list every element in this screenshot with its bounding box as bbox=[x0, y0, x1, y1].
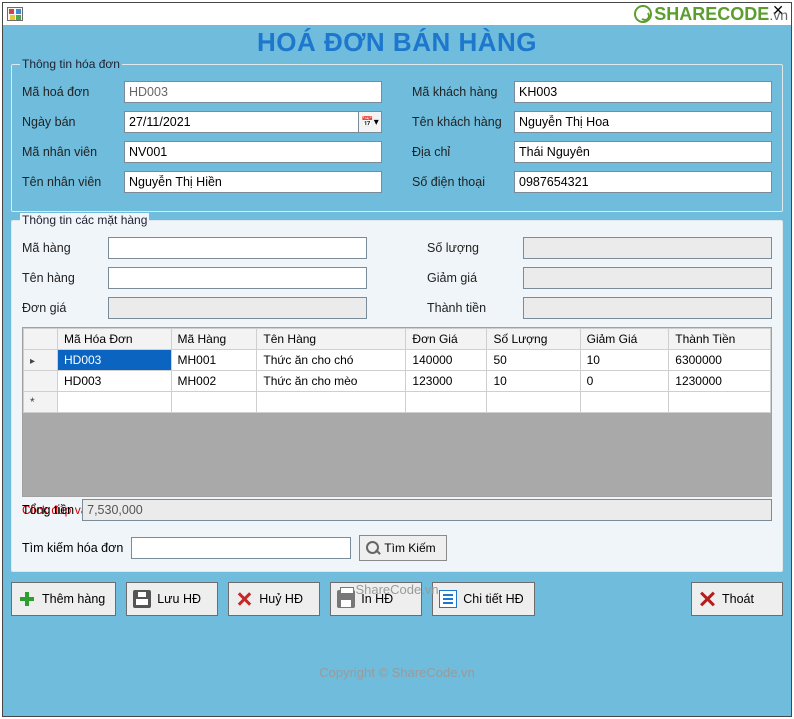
items-grid[interactable]: Mã Hóa Đơn Mã Hàng Tên Hàng Đơn Giá Số L… bbox=[22, 327, 772, 497]
grid-cell[interactable]: 123000 bbox=[406, 371, 487, 392]
search-invoice-label: Tìm kiếm hóa đơn bbox=[22, 541, 123, 555]
grid-header-qty[interactable]: Số Lượng bbox=[487, 329, 580, 350]
grid-cell[interactable]: MH002 bbox=[171, 371, 257, 392]
cancel-icon bbox=[235, 590, 253, 608]
grid-cell[interactable]: 140000 bbox=[406, 350, 487, 371]
action-toolbar: Thêm hàng Lưu HĐ Huỷ HĐ In HĐ Chi tiết H… bbox=[11, 582, 783, 616]
grid-header-price[interactable]: Đơn Giá bbox=[406, 329, 487, 350]
search-icon bbox=[366, 541, 380, 555]
save-invoice-button-label: Lưu HĐ bbox=[157, 592, 201, 606]
grid-row[interactable]: HD003 MH001 Thức ăn cho chó 140000 50 10… bbox=[24, 350, 771, 371]
grid-new-row-icon[interactable] bbox=[24, 392, 58, 413]
grid-cell[interactable]: 10 bbox=[487, 371, 580, 392]
app-window: HOÁ ĐƠN BÁN HÀNG Thông tin hóa đơn Mã ho… bbox=[2, 2, 792, 717]
grand-total-label: Tổng tiền bbox=[22, 503, 74, 517]
grid-row-selector[interactable] bbox=[24, 371, 58, 392]
close-icon bbox=[698, 590, 716, 608]
grid-header-invoice[interactable]: Mã Hóa Đơn bbox=[58, 329, 172, 350]
invoice-info-group: Thông tin hóa đơn Mã hoá đơn Mã khách hà… bbox=[11, 64, 783, 212]
item-id-input[interactable] bbox=[108, 237, 367, 259]
print-invoice-button-label: In HĐ bbox=[361, 592, 393, 606]
page-title: HOÁ ĐƠN BÁN HÀNG bbox=[11, 27, 783, 58]
grid-header-item[interactable]: Mã Hàng bbox=[171, 329, 257, 350]
cancel-invoice-button-label: Huỷ HĐ bbox=[259, 592, 303, 606]
item-name-input[interactable] bbox=[108, 267, 367, 289]
grid-header-row: Mã Hóa Đơn Mã Hàng Tên Hàng Đơn Giá Số L… bbox=[24, 329, 771, 350]
customer-id-label: Mã khách hàng bbox=[412, 85, 508, 99]
grid-row[interactable]: HD003 MH002 Thức ăn cho mèo 123000 10 0 … bbox=[24, 371, 771, 392]
items-info-legend: Thông tin các mặt hàng bbox=[20, 213, 149, 227]
unit-price-label: Đơn giá bbox=[22, 301, 102, 315]
winforms-app-icon bbox=[7, 7, 23, 21]
add-item-button[interactable]: Thêm hàng bbox=[11, 582, 116, 616]
phone-input[interactable] bbox=[514, 171, 772, 193]
save-invoice-button[interactable]: Lưu HĐ bbox=[126, 582, 218, 616]
item-name-label: Tên hàng bbox=[22, 271, 102, 285]
employee-id-input[interactable] bbox=[124, 141, 382, 163]
grid-cell[interactable]: 0 bbox=[580, 371, 669, 392]
address-label: Địa chỉ bbox=[412, 145, 508, 159]
grid-new-row[interactable] bbox=[24, 392, 771, 413]
search-invoice-input[interactable] bbox=[131, 537, 351, 559]
print-invoice-button[interactable]: In HĐ bbox=[330, 582, 422, 616]
employee-name-label: Tên nhân viên bbox=[22, 175, 118, 189]
sharecode-watermark-logo: SHARECODE.vn bbox=[634, 4, 788, 25]
save-icon bbox=[133, 590, 151, 608]
sale-date-picker-button[interactable]: 📅▾ bbox=[358, 111, 382, 133]
grid-header-total[interactable]: Thành Tiền bbox=[669, 329, 771, 350]
detail-icon bbox=[439, 590, 457, 608]
unit-price-input[interactable] bbox=[108, 297, 367, 319]
discount-label: Giảm giá bbox=[427, 271, 517, 285]
items-info-group: Thông tin các mặt hàng Mã hàng Số lượng … bbox=[11, 220, 783, 572]
exit-button-label: Thoát bbox=[722, 592, 754, 606]
invoice-id-input[interactable] bbox=[124, 81, 382, 103]
grid-row-header-blank bbox=[24, 329, 58, 350]
add-item-button-label: Thêm hàng bbox=[42, 592, 105, 606]
grid-cell[interactable]: 50 bbox=[487, 350, 580, 371]
grid-cell[interactable]: MH001 bbox=[171, 350, 257, 371]
employee-id-label: Mã nhân viên bbox=[22, 145, 118, 159]
plus-icon bbox=[18, 590, 36, 608]
grid-row-selector-icon[interactable] bbox=[24, 350, 58, 371]
grid-header-discount[interactable]: Giảm Giá bbox=[580, 329, 669, 350]
line-total-label: Thành tiền bbox=[427, 301, 517, 315]
window-close-x-icon[interactable]: ✕ bbox=[772, 2, 784, 19]
grid-cell[interactable]: 1230000 bbox=[669, 371, 771, 392]
search-button-label: Tìm Kiếm bbox=[384, 541, 435, 555]
customer-name-input[interactable] bbox=[514, 111, 772, 133]
address-input[interactable] bbox=[514, 141, 772, 163]
sale-date-input[interactable] bbox=[124, 111, 358, 133]
print-icon bbox=[337, 590, 355, 608]
phone-label: Số điện thoại bbox=[412, 175, 508, 189]
invoice-id-label: Mã hoá đơn bbox=[22, 85, 118, 99]
grid-cell[interactable]: HD003 bbox=[58, 371, 172, 392]
grid-cell[interactable]: HD003 bbox=[58, 350, 172, 371]
invoice-info-legend: Thông tin hóa đơn bbox=[20, 57, 122, 71]
invoice-detail-button[interactable]: Chi tiết HĐ bbox=[432, 582, 534, 616]
qty-label: Số lượng bbox=[427, 241, 517, 255]
search-button[interactable]: Tìm Kiếm bbox=[359, 535, 446, 561]
line-total-input[interactable] bbox=[523, 297, 772, 319]
grid-header-name[interactable]: Tên Hàng bbox=[257, 329, 406, 350]
grid-cell[interactable]: Thức ăn cho mèo bbox=[257, 371, 406, 392]
employee-name-input[interactable] bbox=[124, 171, 382, 193]
cancel-invoice-button[interactable]: Huỷ HĐ bbox=[228, 582, 320, 616]
recycle-icon bbox=[634, 5, 652, 23]
grid-cell[interactable]: Thức ăn cho chó bbox=[257, 350, 406, 371]
qty-input[interactable] bbox=[523, 237, 772, 259]
grid-cell[interactable]: 6300000 bbox=[669, 350, 771, 371]
grid-cell[interactable]: 10 bbox=[580, 350, 669, 371]
customer-name-label: Tên khách hàng bbox=[412, 115, 508, 129]
invoice-detail-button-label: Chi tiết HĐ bbox=[463, 592, 523, 606]
exit-button[interactable]: Thoát bbox=[691, 582, 783, 616]
item-id-label: Mã hàng bbox=[22, 241, 102, 255]
sale-date-label: Ngày bán bbox=[22, 115, 118, 129]
discount-input[interactable] bbox=[523, 267, 772, 289]
calendar-icon: 📅▾ bbox=[361, 117, 378, 128]
grand-total-output bbox=[82, 499, 772, 521]
customer-id-input[interactable] bbox=[514, 81, 772, 103]
